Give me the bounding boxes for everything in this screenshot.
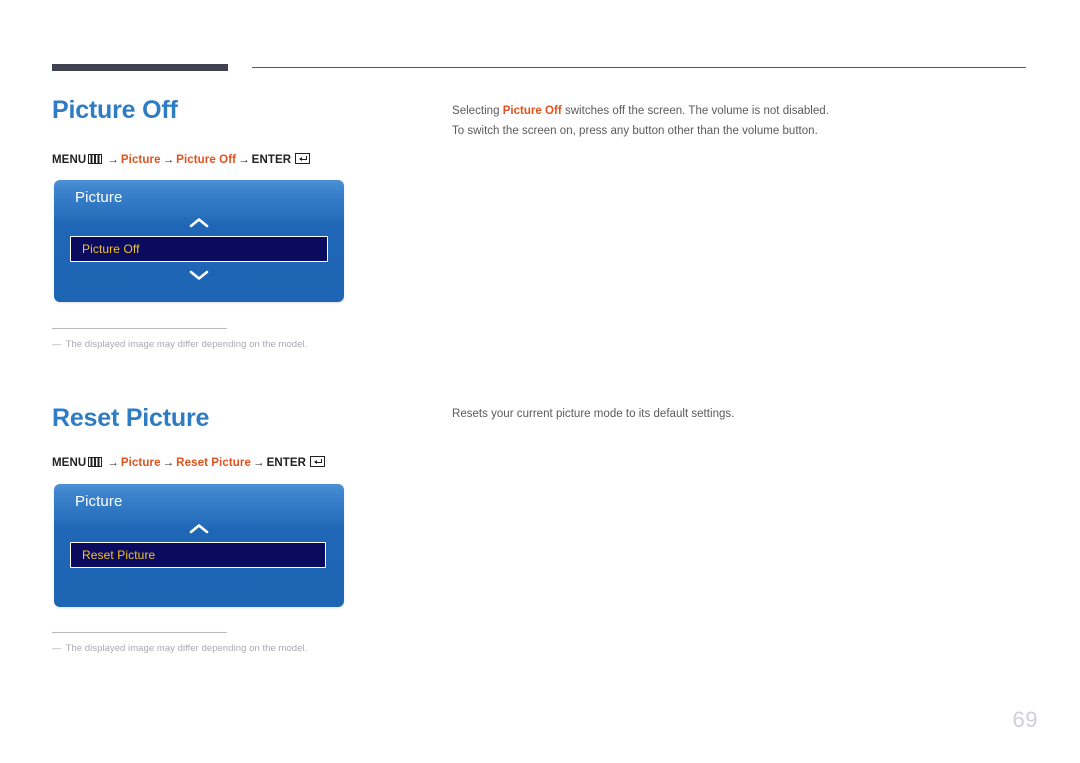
body-line: Selecting Picture Off switches off the s…: [452, 101, 1027, 121]
enter-return-icon: [310, 456, 326, 467]
manual-page: Picture Off MENU → Picture → Picture Off → ENT…: [0, 0, 1080, 763]
chevron-up-icon[interactable]: [54, 216, 344, 230]
body-text-picture-off: Selecting Picture Off switches off the s…: [452, 101, 1027, 141]
menu-path-arrow: →: [252, 457, 265, 469]
footnote-rule: [52, 632, 227, 633]
footnote-picture-off: ― The displayed image may differ dependin…: [52, 339, 307, 350]
section-heading-picture-off: Picture Off: [52, 96, 178, 124]
menu-path-enter-label: ENTER: [251, 154, 292, 166]
header-rule-thin: [252, 67, 1026, 68]
osd-selected-row-reset-picture[interactable]: Reset Picture: [70, 542, 326, 568]
section-heading-reset-picture: Reset Picture: [52, 404, 210, 432]
menu-path-arrow: →: [162, 154, 175, 166]
menu-path-step-picture-off: Picture Off: [176, 154, 237, 166]
footnote-dash: ―: [52, 643, 62, 654]
chevron-down-icon[interactable]: [54, 268, 344, 282]
body-text-highlight: Picture Off: [502, 105, 562, 117]
chevron-up-icon[interactable]: [54, 522, 344, 536]
body-text-part: switches off the screen. The volume is n…: [561, 105, 829, 117]
footnote-rule: [52, 328, 227, 329]
body-text-part: Selecting: [452, 105, 503, 117]
menu-path-arrow: →: [107, 154, 119, 166]
menu-path-arrow: →: [107, 457, 119, 469]
body-text-reset-picture: Resets your current picture mode to its …: [452, 404, 1027, 424]
osd-panel-picture-off: Picture Picture Off: [54, 180, 344, 302]
osd-selected-row-label: Reset Picture: [82, 548, 156, 562]
osd-panel-title: Picture: [75, 189, 123, 206]
menu-path-enter-label: ENTER: [266, 457, 307, 469]
header-rule-thick: [52, 64, 228, 71]
menu-path-menu-label: MENU: [52, 154, 87, 166]
menu-path-menu-label: MENU: [52, 457, 87, 469]
menu-path-reset-picture: MENU → Picture → Reset Picture → ENTER: [52, 456, 326, 469]
menu-path-step-reset-picture: Reset Picture: [176, 457, 251, 469]
footnote-dash: ―: [52, 339, 62, 350]
body-text-part: Resets your current picture mode to its …: [452, 408, 735, 420]
osd-selected-row-label: Picture Off: [82, 242, 140, 256]
body-text-part: To switch the screen on, press any butto…: [452, 125, 818, 137]
menu-path-arrow: →: [238, 154, 250, 166]
footnote-text: The displayed image may differ depending…: [65, 643, 308, 654]
osd-panel-title: Picture: [75, 493, 123, 510]
enter-return-icon: [295, 153, 311, 164]
osd-panel-reset-picture: Picture Reset Picture: [54, 484, 344, 607]
body-line: To switch the screen on, press any butto…: [452, 121, 1027, 141]
footnote-reset-picture: ― The displayed image may differ dependin…: [52, 643, 307, 654]
footnote-text: The displayed image may differ depending…: [65, 339, 308, 350]
body-line: Resets your current picture mode to its …: [452, 404, 1027, 424]
osd-selected-row-picture-off[interactable]: Picture Off: [70, 236, 328, 262]
menu-path-arrow: →: [162, 457, 175, 469]
menu-path-step-picture: Picture: [120, 154, 161, 166]
menu-path-step-picture: Picture: [120, 457, 161, 469]
menu-grid-icon: [88, 457, 103, 467]
menu-grid-icon: [88, 154, 103, 164]
menu-path-picture-off: MENU → Picture → Picture Off → ENTER: [52, 153, 311, 166]
page-number: 69: [1012, 707, 1038, 732]
